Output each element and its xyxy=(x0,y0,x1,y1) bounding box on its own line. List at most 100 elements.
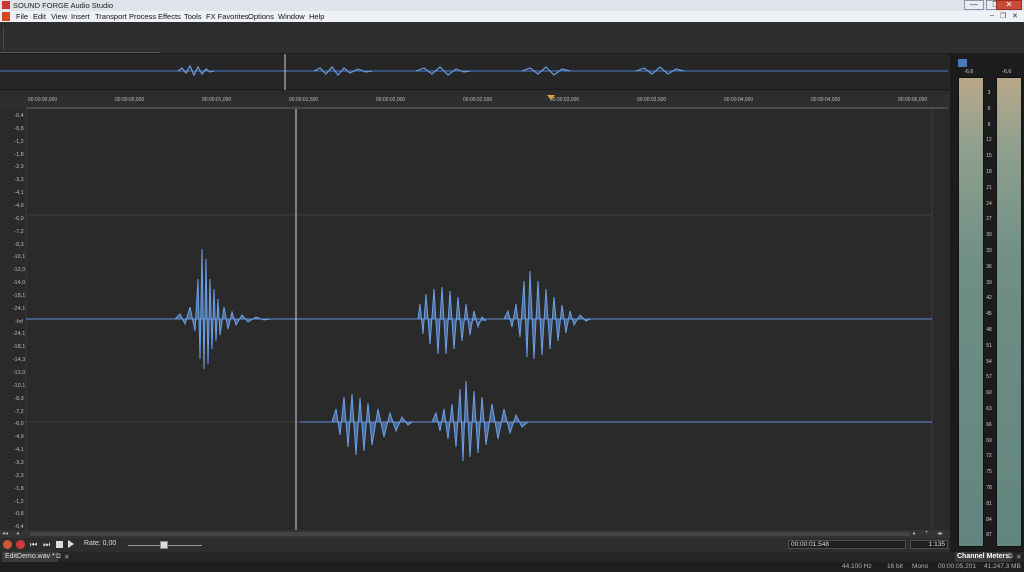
status-channels: Mono xyxy=(912,563,929,570)
meter-scale-label: 30 xyxy=(986,232,992,239)
meter-scale-label: 81 xyxy=(986,500,992,507)
meter-scale-label: 27 xyxy=(986,216,992,223)
meter-scale-label: 54 xyxy=(986,358,992,365)
toolbar-separator xyxy=(3,26,4,50)
scroll-left-icon[interactable]: ◂ xyxy=(16,530,19,537)
status-length: 00:00:05,201 xyxy=(938,563,976,570)
zoom-fit-icon[interactable]: ◂▸ xyxy=(937,530,943,537)
meter-scale-label: 45 xyxy=(986,311,992,318)
close-button[interactable]: ✕ xyxy=(996,0,1022,10)
menu-bar: File Edit View Insert Transport Process … xyxy=(0,11,1024,22)
record-icon[interactable] xyxy=(16,540,25,549)
waveform-canvas[interactable] xyxy=(0,109,950,530)
ruler-label: 00:00:02,000 xyxy=(376,97,406,103)
menu-fx-favorites[interactable]: FX Favorites xyxy=(206,12,249,21)
meter-scale-label: 69 xyxy=(986,437,992,444)
scroll-thumb[interactable] xyxy=(30,532,910,536)
go-to-end-icon[interactable]: ⏭ xyxy=(43,540,52,549)
meter-left xyxy=(958,77,984,547)
menu-file[interactable]: File xyxy=(16,12,28,21)
scroll-right-icon[interactable]: ▸ xyxy=(913,530,916,537)
status-size: 41.247,3 MB xyxy=(984,563,1021,570)
mdi-minimize-icon[interactable]: – xyxy=(990,12,994,19)
toolbar-divider xyxy=(0,52,160,53)
time-display[interactable]: 00:00:01,548 xyxy=(788,540,906,549)
peak-left: -6,6 xyxy=(964,69,974,75)
menu-insert[interactable]: Insert xyxy=(71,12,90,21)
ruler-label: 00:00:00,000 xyxy=(28,97,58,103)
ruler-label: 00:00:01,000 xyxy=(202,97,232,103)
meter-scale-label: 33 xyxy=(986,248,992,254)
ruler-label: 00:00:01,500 xyxy=(289,97,319,103)
status-bar: 44.100 Hz 16 bit Mono 00:00:05,201 41.24… xyxy=(0,562,1024,572)
menu-process[interactable]: Process xyxy=(129,12,156,21)
meter-scale-label: 66 xyxy=(986,421,992,428)
meter-scale-label: 3 xyxy=(987,90,991,96)
overview-strip[interactable] xyxy=(0,54,950,90)
window-title: SOUND FORGE Audio Studio xyxy=(13,1,114,10)
menu-view[interactable]: View xyxy=(51,12,67,21)
ruler-label: 00:00:04,500 xyxy=(811,97,841,103)
zoom-in-icon[interactable]: + xyxy=(925,530,929,536)
go-to-start-icon[interactable]: ⏮ xyxy=(30,540,39,549)
document-tab-bar: EditDemo.wav * ⧉ ✕ Channel Meters ⧉ ✕ xyxy=(0,552,1024,562)
mdi-restore-icon[interactable]: ❐ xyxy=(1000,12,1006,20)
meters-close-icon[interactable]: ✕ xyxy=(1016,553,1021,561)
tab-editdemo[interactable]: EditDemo.wav * xyxy=(2,552,58,562)
ruler-label: 00:00:05,000 xyxy=(898,97,928,103)
waveform-area[interactable]: -0,4 -0,8 -1,2 -1,8 -2,3 -3,3 -4,1 -4,9 -6,0 -7,2… xyxy=(0,109,950,530)
meter-scale-label: 9 xyxy=(987,121,991,128)
meter-scale-label: 51 xyxy=(986,342,992,349)
mdi-close-icon[interactable]: ✕ xyxy=(1012,12,1018,20)
menu-help[interactable]: Help xyxy=(309,12,324,21)
meter-scale-label: 6 xyxy=(987,105,991,112)
status-bit-depth: 16 bit xyxy=(887,563,903,570)
meter-scale-label: 12 xyxy=(986,137,992,144)
play-icon[interactable] xyxy=(68,540,74,548)
playhead-marker-icon[interactable] xyxy=(547,95,555,100)
meter-scale-label: 75 xyxy=(986,469,992,476)
stop-icon[interactable] xyxy=(56,541,63,548)
meter-right xyxy=(996,77,1022,547)
meter-scale-label: 84 xyxy=(986,516,992,523)
menu-transport[interactable]: Transport xyxy=(95,12,127,21)
ruler-label: 00:00:02,500 xyxy=(463,97,493,103)
menu-options[interactable]: Options xyxy=(248,12,274,21)
menu-edit[interactable]: Edit xyxy=(33,12,46,21)
toolbar-area xyxy=(0,22,1024,54)
meters-options-icon[interactable] xyxy=(958,59,967,67)
time-ruler[interactable]: 00:00:00,000 00:00:00,500 00:00:01,000 00:0… xyxy=(0,95,950,109)
overview-waveform xyxy=(0,54,948,90)
meter-scale-label: 72 xyxy=(986,453,992,460)
meter-scale-label: 87 xyxy=(986,532,992,539)
rate-label: Rate: 0,00 xyxy=(84,540,117,547)
tab-close-icon[interactable]: ✕ xyxy=(64,553,69,561)
document-icon[interactable] xyxy=(2,12,10,21)
peak-right: -6,6 xyxy=(1002,69,1012,75)
zoom-ratio-display[interactable]: 1:135 xyxy=(910,540,948,549)
channel-meters-tab[interactable]: Channel Meters xyxy=(955,552,1012,562)
horizontal-scrollbar[interactable]: ◂◂ ◂ ▸ + ◂▸ xyxy=(0,530,950,538)
transport-bar: ⏮ ⏭ Rate: 0,00 00:00:01,548 1:135 xyxy=(0,538,950,552)
zoom-out-icon[interactable]: ◂◂ xyxy=(2,530,8,537)
meter-scale-label: 18 xyxy=(986,169,992,175)
meter-scale-label: 21 xyxy=(986,184,992,191)
meter-scale-label: 36 xyxy=(986,263,992,270)
rate-slider-thumb[interactable] xyxy=(160,541,168,549)
menu-window[interactable]: Window xyxy=(278,12,305,21)
ruler-label: 00:00:04,000 xyxy=(724,97,754,103)
status-sample-rate: 44.100 Hz xyxy=(842,563,872,570)
minimize-button[interactable]: — xyxy=(964,0,984,10)
meter-scale-label: 15 xyxy=(986,153,992,160)
meter-scale-label: 63 xyxy=(986,406,992,412)
meter-scale-label: 42 xyxy=(986,295,992,302)
ruler-label: 00:00:00,500 xyxy=(115,97,145,103)
meter-scale-label: 24 xyxy=(986,200,992,207)
menu-effects[interactable]: Effects xyxy=(158,12,181,21)
record-loop-icon[interactable] xyxy=(3,540,12,549)
meters-dock-icon[interactable]: ⧉ xyxy=(1008,553,1013,561)
channel-meters-panel: -6,6 -6,6 3 6 9 12 15 18 21 24 27 30 33 36 39 42 45 48 5… xyxy=(950,54,1024,552)
ruler-label: 00:00:03,500 xyxy=(637,97,667,103)
menu-tools[interactable]: Tools xyxy=(184,12,202,21)
tab-dock-icon[interactable]: ⧉ xyxy=(56,553,61,561)
